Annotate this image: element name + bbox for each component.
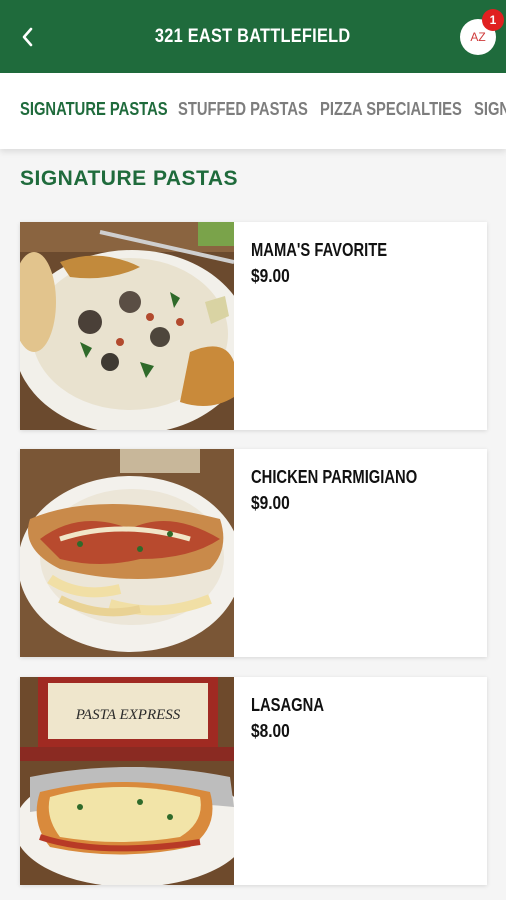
- menu-item-card[interactable]: PASTA EXPRESS LASAGNA $8.00: [20, 677, 487, 885]
- menu-item-price: $9.00: [251, 493, 290, 513]
- pasta-express-sign: PASTA EXPRESS: [75, 707, 181, 723]
- menu-item-price: $8.00: [251, 721, 290, 741]
- menu-item-price: $9.00: [251, 266, 290, 286]
- tab-pizza-specialties[interactable]: PIZZA SPECIALTIES: [320, 99, 462, 120]
- tab-stuffed-pastas[interactable]: STUFFED PASTAS: [178, 99, 308, 120]
- tab-signature-partial[interactable]: SIGN: [474, 99, 506, 120]
- notification-badge: 1: [482, 9, 504, 31]
- tab-signature-pastas[interactable]: SIGNATURE PASTAS: [20, 99, 168, 120]
- chevron-left-icon: [22, 27, 33, 47]
- menu-item-image: [20, 222, 234, 430]
- category-tabs: SIGNATURE PASTAS STUFFED PASTAS PIZZA SP…: [0, 73, 506, 149]
- menu-item-card[interactable]: MAMA'S FAVORITE $9.00: [20, 222, 487, 430]
- page-title: 321 EAST BATTLEFIELD: [155, 25, 351, 47]
- menu-item-name: CHICKEN PARMIGIANO: [251, 467, 418, 487]
- section-title: SIGNATURE PASTAS: [20, 167, 239, 190]
- menu-item-image: [20, 449, 234, 657]
- app-header: 321 EAST BATTLEFIELD AZ 1: [0, 0, 506, 73]
- menu-item-name: LASAGNA: [251, 695, 324, 715]
- menu-item-name: MAMA'S FAVORITE: [251, 240, 388, 260]
- back-button[interactable]: [12, 20, 42, 54]
- menu-item-card[interactable]: CHICKEN PARMIGIANO $9.00: [20, 449, 487, 657]
- menu-item-image: PASTA EXPRESS: [20, 677, 234, 885]
